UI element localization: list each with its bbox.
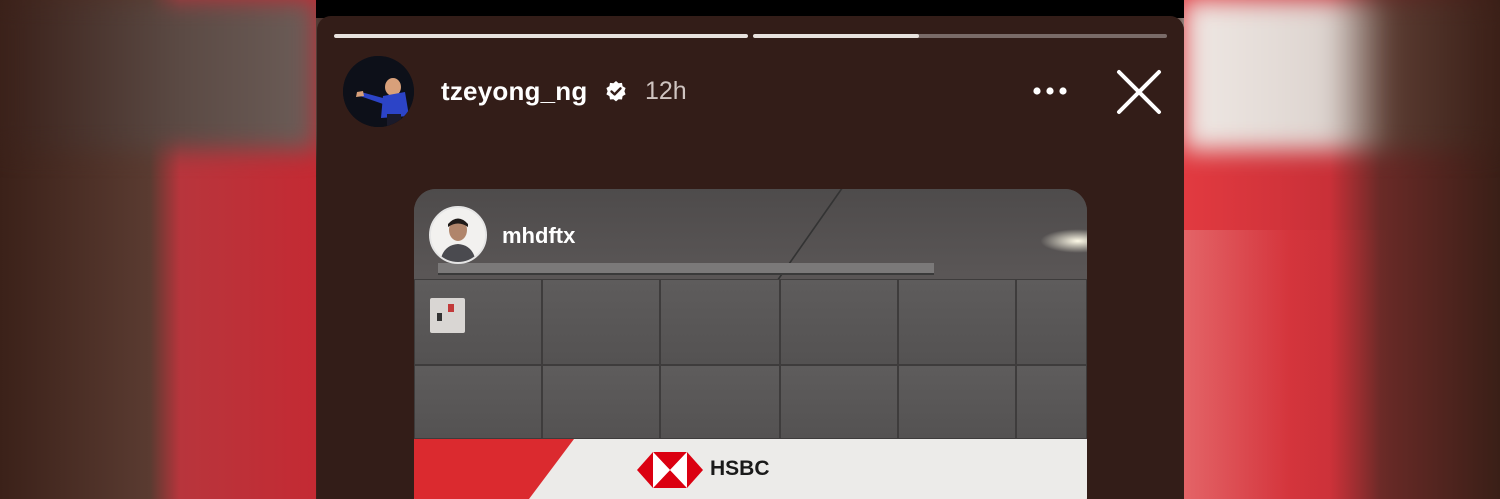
progress-bar-segment-2 (753, 34, 1167, 38)
wall-tile (1016, 279, 1087, 365)
wall-tile (780, 365, 898, 439)
more-options-icon[interactable] (1030, 80, 1070, 102)
wall-tile (898, 279, 1016, 365)
hsbc-sign-text: HSBC (710, 457, 770, 480)
shared-avatar-image (431, 208, 485, 262)
story-viewer: tzeyong_ng 12h HSBC mhdftx (317, 16, 1184, 499)
wall-tile (542, 279, 660, 365)
close-icon[interactable] (1115, 68, 1163, 116)
progress-fill-1 (334, 34, 748, 38)
progress-fill-2 (753, 34, 919, 38)
photo-ceiling-light (1040, 229, 1087, 253)
wall-tile (780, 279, 898, 365)
photo-wall (414, 279, 1087, 439)
shared-post-card[interactable]: HSBC mhdftx (414, 189, 1087, 499)
verified-badge-icon (606, 81, 626, 102)
wall-socket (430, 298, 465, 333)
shared-post-author-avatar[interactable] (429, 206, 487, 264)
wall-tile (1016, 365, 1087, 439)
story-author-avatar[interactable] (343, 56, 414, 127)
shared-post-author-username[interactable]: mhdftx (502, 223, 575, 249)
story-author-username[interactable]: tzeyong_ng (441, 76, 587, 107)
wall-tile (898, 365, 1016, 439)
wall-tile (660, 279, 780, 365)
wall-tile (414, 365, 542, 439)
wall-tile (660, 365, 780, 439)
wall-tile (542, 365, 660, 439)
hsbc-logo-icon (637, 452, 703, 488)
story-timestamp: 12h (645, 77, 687, 105)
photo-shelf (438, 263, 934, 275)
avatar-image (343, 56, 414, 127)
progress-bar-segment-1 (334, 34, 748, 38)
